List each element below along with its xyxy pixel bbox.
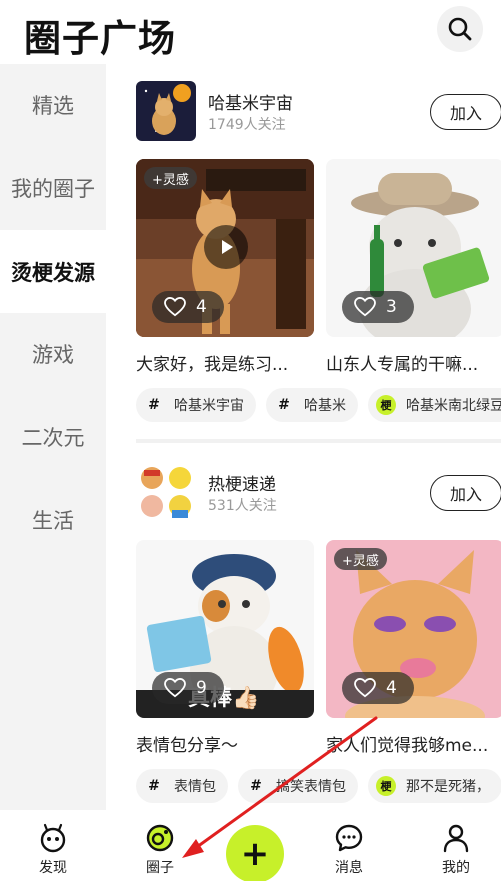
circle-avatar[interactable] (136, 462, 196, 522)
meme-tag[interactable]: 梗那不是死猪， (368, 769, 501, 803)
chat-bubble-icon (334, 823, 364, 853)
tag-label: 那不是死猪， (406, 779, 490, 795)
like-count: 3 (386, 297, 397, 317)
nav-messages-label: 消息 (335, 860, 363, 876)
post-title[interactable]: 表情包分享～ (136, 731, 316, 756)
topic-tag[interactable]: # 搞笑表情包 (238, 769, 358, 803)
nav-mine-label: 我的 (442, 860, 470, 876)
circle-card: 哈基米宇宙 1749人关注 加入 +灵感 4 大家好，我是练习... 3 山东人… (106, 64, 501, 444)
circle-avatar[interactable] (136, 81, 196, 141)
alien-face-icon (38, 823, 68, 853)
section-divider (136, 439, 501, 443)
heart-icon (164, 678, 186, 698)
meme-icon: 梗 (376, 395, 396, 415)
inspiration-badge: +灵感 (334, 548, 387, 570)
heart-icon (354, 297, 376, 317)
post-title[interactable]: 家人们觉得我够me... (326, 731, 501, 756)
hashtag-icon: # (250, 778, 262, 794)
heart-icon (354, 678, 376, 698)
circle-tab-icon (145, 823, 175, 853)
circle-tags: # 表情包 # 搞笑表情包 梗那不是死猪， (136, 769, 501, 803)
circle-tags: # 哈基米宇宙 # 哈基米 梗哈基米南北绿豆 (136, 388, 501, 422)
hashtag-icon: # (278, 397, 290, 413)
post-card[interactable]: 真棒👍🏻 9 (136, 540, 314, 718)
like-count: 4 (386, 678, 397, 698)
hashtag-icon: # (148, 397, 160, 413)
tag-label: 搞笑表情包 (276, 779, 346, 795)
header: 圈子广场 (0, 0, 501, 64)
post-card[interactable]: +灵感 4 (326, 540, 501, 718)
hashtag-icon: # (148, 778, 160, 794)
post-title[interactable]: 大家好，我是练习... (136, 350, 316, 375)
play-icon (222, 240, 233, 254)
meme-icon: 梗 (376, 776, 396, 796)
sidebar-item-life[interactable]: 生活 (0, 479, 106, 561)
sidebar-item-anime[interactable]: 二次元 (0, 396, 106, 478)
nav-circle[interactable]: 圈子 (120, 810, 200, 881)
circle-card: 热梗速递 531人关注 加入 真棒👍🏻 9 表情包分享～ +灵感 4 家人们觉得… (106, 445, 501, 810)
like-count-badge[interactable]: 4 (152, 291, 224, 323)
sidebar-item-meme-origin[interactable]: 烫梗发源 (0, 230, 106, 313)
nav-messages[interactable]: 消息 (309, 810, 389, 881)
join-button[interactable]: 加入 (430, 94, 501, 130)
circle-follower-count: 1749人关注 (208, 117, 286, 133)
create-post-button[interactable]: + (226, 825, 284, 881)
tag-label: 哈基米宇宙 (174, 398, 244, 414)
like-count-badge[interactable]: 4 (342, 672, 414, 704)
like-count-badge[interactable]: 9 (152, 672, 224, 704)
search-button[interactable] (437, 6, 483, 52)
sidebar-item-featured[interactable]: 精选 (0, 64, 106, 146)
meme-tag[interactable]: 梗哈基米南北绿豆 (368, 388, 501, 422)
plus-icon: + (240, 834, 270, 874)
category-sidebar: 精选 我的圈子 烫梗发源 游戏 二次元 生活 (0, 64, 106, 810)
topic-tag[interactable]: # 表情包 (136, 769, 228, 803)
like-count-badge[interactable]: 3 (342, 291, 414, 323)
like-count: 4 (196, 297, 207, 317)
post-card[interactable]: +灵感 4 (136, 159, 314, 337)
page-title: 圈子广场 (24, 17, 176, 60)
tag-label: 表情包 (174, 779, 216, 795)
tag-label: 哈基米南北绿豆 (406, 398, 501, 414)
circle-name[interactable]: 哈基米宇宙 (208, 89, 293, 114)
nav-discover[interactable]: 发现 (13, 810, 93, 881)
circle-list: 哈基米宇宙 1749人关注 加入 +灵感 4 大家好，我是练习... 3 山东人… (106, 64, 501, 810)
nav-mine[interactable]: 我的 (416, 810, 496, 881)
bottom-nav: 发现 圈子 + 消息 我的 (0, 810, 501, 881)
topic-tag[interactable]: # 哈基米 (266, 388, 358, 422)
topic-tag[interactable]: # 哈基米宇宙 (136, 388, 256, 422)
post-card[interactable]: 3 (326, 159, 501, 337)
circle-follower-count: 531人关注 (208, 498, 277, 514)
play-button[interactable] (204, 225, 248, 269)
join-button[interactable]: 加入 (430, 475, 501, 511)
like-count: 9 (196, 678, 207, 698)
heart-icon (164, 297, 186, 317)
inspiration-badge: +灵感 (144, 167, 197, 189)
user-profile-icon (441, 823, 471, 853)
tag-label: 哈基米 (304, 398, 346, 414)
sidebar-item-my-circles[interactable]: 我的圈子 (0, 147, 106, 229)
post-title[interactable]: 山东人专属的干嘛... (326, 350, 501, 375)
sidebar-item-games[interactable]: 游戏 (0, 313, 106, 395)
nav-circle-label: 圈子 (146, 860, 174, 876)
search-icon (448, 17, 472, 41)
nav-discover-label: 发现 (39, 860, 67, 876)
circle-name[interactable]: 热梗速递 (208, 470, 276, 495)
